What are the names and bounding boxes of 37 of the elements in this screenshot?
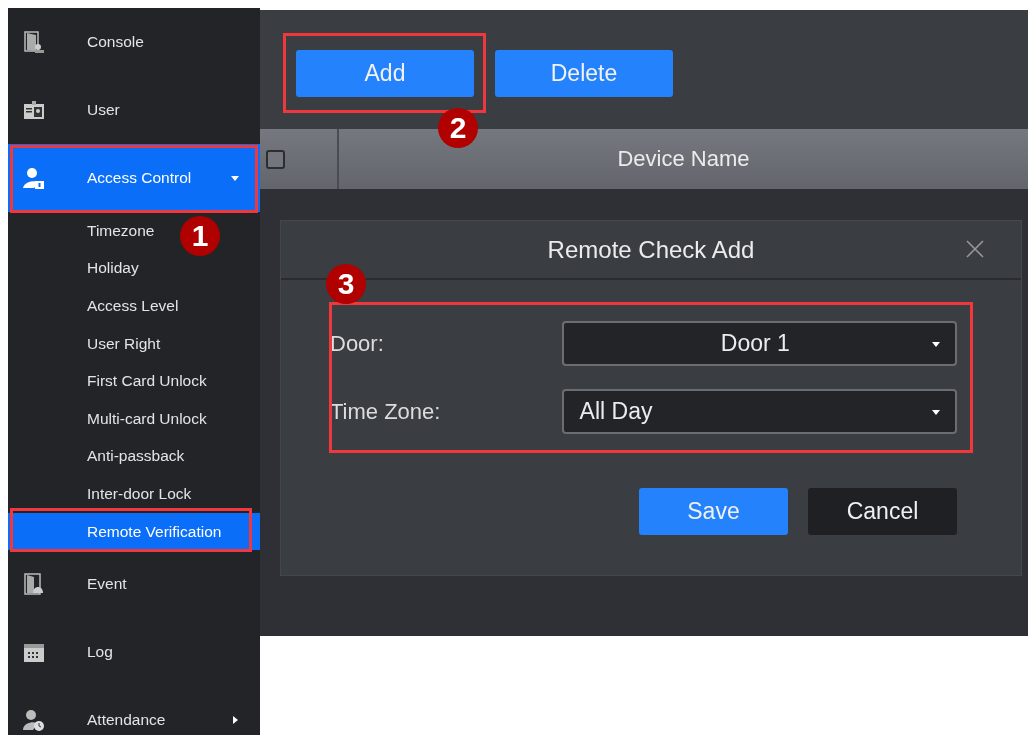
sidebar-item[interactable]: Attendance	[8, 686, 260, 735]
submenu-item[interactable]: Remote Verification	[87, 522, 222, 541]
select-all-checkbox[interactable]	[266, 149, 285, 169]
field-label: Time Zone:	[330, 398, 442, 425]
submenu-item[interactable]: Inter-door Lock	[87, 484, 192, 503]
sidebar-item-label: Event	[87, 575, 128, 594]
close-icon[interactable]	[965, 239, 985, 259]
sidebar-item-label: User	[87, 101, 121, 119]
submenu-item[interactable]: Timezone	[87, 221, 155, 240]
sidebar-item[interactable]: Console	[8, 8, 260, 76]
sidebar-item[interactable]: Log	[8, 618, 260, 687]
door-alarm-icon	[22, 572, 46, 597]
submenu-item[interactable]: First Card Unlock	[87, 372, 207, 391]
field-label: Door:	[330, 330, 385, 357]
submenu-item[interactable]: User Right	[87, 334, 161, 353]
sidebar-item-label: Attendance	[87, 711, 167, 730]
sidebar-item-label: Access Control	[87, 169, 193, 187]
submenu-item[interactable]: Access Level	[87, 297, 179, 315]
sidebar-item[interactable]: Event	[8, 550, 260, 619]
dropdown-field[interactable]: Door 1	[561, 321, 957, 366]
sidebar-item[interactable]: User	[8, 76, 260, 144]
console-icon	[22, 30, 46, 54]
user-clock-icon	[22, 708, 46, 733]
caret-right-icon	[230, 715, 240, 726]
caret-down-icon	[230, 173, 240, 183]
sidebar-item-label: Log	[87, 643, 114, 662]
column-header: Device Name	[616, 145, 751, 173]
cancel-button[interactable]: Cancel	[808, 488, 957, 535]
dropdown-field[interactable]: All Day	[561, 389, 957, 434]
id-card-icon	[22, 98, 46, 122]
user-lock-icon	[22, 166, 46, 190]
submenu-item[interactable]: Multi-card Unlock	[87, 409, 207, 428]
submenu-item[interactable]: Anti-passback	[87, 447, 185, 466]
submenu-item[interactable]: Holiday	[87, 259, 139, 278]
sidebar-item-label: Console	[87, 33, 145, 51]
sidebar-item[interactable]: Access Control	[8, 144, 260, 212]
dialog-title: Remote Check Add	[547, 235, 755, 264]
